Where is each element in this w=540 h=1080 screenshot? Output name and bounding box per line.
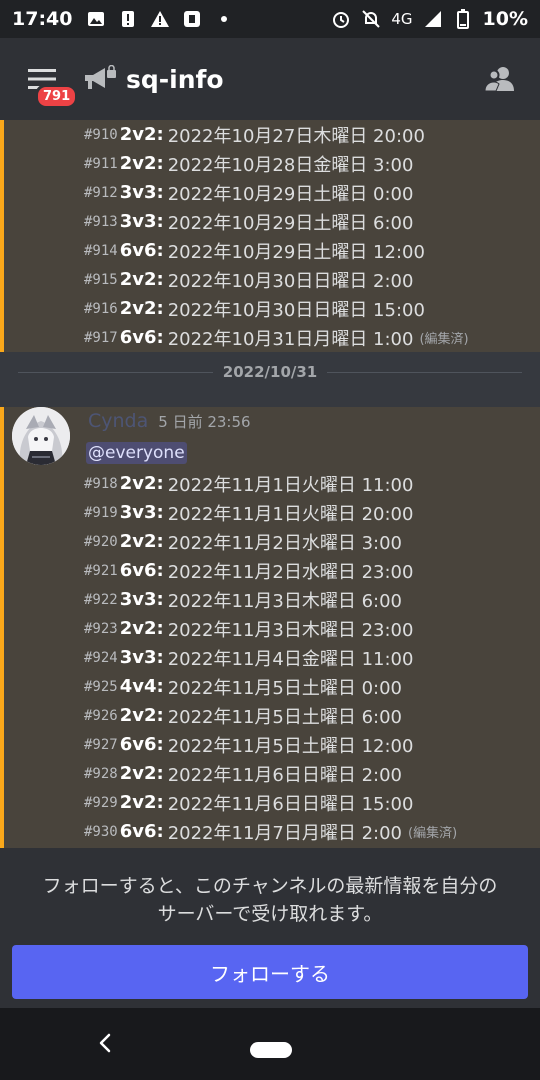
mute-bell-icon (361, 9, 381, 29)
chevron-left-icon (99, 1033, 111, 1053)
status-time: 17:40 (12, 8, 73, 30)
message-list[interactable]: #910 2v2: 2022年10月27日木曜日 20:00 #911 2v2: 202… (0, 120, 540, 848)
alert-box-icon (118, 9, 138, 29)
message-line: #926 2v2: 2022年11月5日土曜日 6:00 (84, 705, 403, 728)
edited-tag: (編集済) (408, 826, 458, 841)
avatar[interactable] (12, 407, 70, 465)
message-line: #919 3v3: 2022年11月1日火曜日 20:00 (84, 502, 414, 525)
message-line: #924 3v3: 2022年11月4日金曜日 11:00 (84, 647, 414, 670)
message-line: #923 2v2: 2022年11月3日木曜日 23:00 (84, 618, 414, 641)
message-line: #922 3v3: 2022年11月3日木曜日 6:00 (84, 589, 403, 612)
date-divider: 2022/10/31 (18, 362, 523, 382)
system-nav-bar (0, 1008, 540, 1080)
megaphone-icon (82, 61, 118, 97)
message-line: #930 6v6: 2022年11月7日月曜日 2:00 (編集済) (84, 821, 458, 844)
message-line: #918 2v2: 2022年11月1日火曜日 11:00 (84, 473, 414, 496)
back-button[interactable] (90, 1028, 120, 1058)
author-name[interactable]: Cynda (88, 410, 148, 432)
battery-percent: 10% (482, 8, 528, 30)
battery-icon (453, 9, 473, 29)
edited-tag: (編集済) (419, 332, 469, 347)
message-line: #925 4v4: 2022年11月5日土曜日 0:00 (84, 676, 403, 699)
dot-icon (214, 9, 234, 29)
message-header: Cynda 5 日前 23:56 (88, 410, 251, 432)
message-line: #913 3v3: 2022年10月29日土曜日 6:00 (84, 211, 414, 234)
status-bar: 17:40 4G 10% (0, 0, 540, 38)
message-line: #915 2v2: 2022年10月30日日曜日 2:00 (84, 269, 414, 292)
app-icon (182, 9, 202, 29)
message-line: #912 3v3: 2022年10月29日土曜日 0:00 (84, 182, 414, 205)
unread-badge: 791 (35, 84, 79, 109)
alarm-icon (331, 9, 351, 29)
message-line: #916 2v2: 2022年10月30日日曜日 15:00 (84, 298, 425, 321)
notification-icons (86, 9, 234, 29)
message-line: #910 2v2: 2022年10月27日木曜日 20:00 (84, 124, 425, 147)
message-line: #911 2v2: 2022年10月28日金曜日 3:00 (84, 153, 414, 176)
network-type: 4G (391, 10, 413, 28)
follow-panel: フォローすると、このチャンネルの最新情報を自分の サーバーで受け取れます。 フォ… (0, 848, 540, 1008)
menu-button[interactable]: 791 (18, 55, 79, 109)
follow-description: フォローすると、このチャンネルの最新情報を自分の サーバーで受け取れます。 (0, 872, 540, 928)
date-divider-text: 2022/10/31 (222, 363, 318, 381)
members-button[interactable] (478, 57, 522, 101)
follow-description-line1: フォローすると、このチャンネルの最新情報を自分の (42, 875, 498, 897)
message-line: #914 6v6: 2022年10月29日土曜日 12:00 (84, 240, 425, 263)
message-line: #917 6v6: 2022年10月31日月曜日 1:00 (編集済) (84, 327, 469, 350)
message-line: #920 2v2: 2022年11月2日水曜日 3:00 (84, 531, 403, 554)
channel-header: 791 sq-info (0, 38, 540, 120)
home-pill-button[interactable] (250, 1042, 292, 1058)
follow-button[interactable]: フォローする (12, 945, 528, 999)
message-line: #929 2v2: 2022年11月6日日曜日 15:00 (84, 792, 414, 815)
message-line: #928 2v2: 2022年11月6日日曜日 2:00 (84, 763, 403, 786)
channel-name: sq-info (126, 64, 224, 94)
warning-icon (150, 9, 170, 29)
image-icon (86, 9, 106, 29)
signal-icon (423, 9, 443, 29)
message-timestamp: 5 日前 23:56 (158, 413, 251, 431)
everyone-mention[interactable]: @everyone (86, 442, 187, 464)
members-icon (484, 67, 514, 92)
follow-description-line2: サーバーで受け取れます。 (157, 903, 383, 925)
message-line: #921 6v6: 2022年11月2日水曜日 23:00 (84, 560, 414, 583)
message-line: #927 6v6: 2022年11月5日土曜日 12:00 (84, 734, 414, 757)
